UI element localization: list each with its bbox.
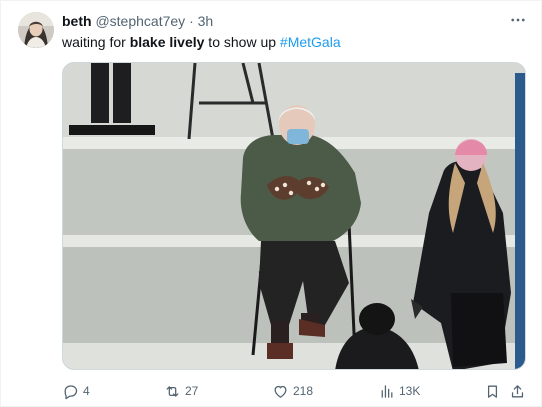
bookmark-button[interactable]	[484, 381, 501, 401]
views-count: 13K	[399, 384, 421, 398]
hashtag-link[interactable]: #MetGala	[280, 34, 341, 50]
author-name[interactable]: beth	[62, 13, 92, 29]
header-separator: ·	[189, 13, 194, 29]
tweet-text: waiting for blake lively to show up #Met…	[62, 33, 341, 51]
heart-icon	[274, 385, 287, 398]
tweet-card[interactable]: beth @stephcat7ey · 3h waiting for blake…	[0, 0, 542, 407]
retweet-count: 27	[185, 384, 199, 398]
like-count: 218	[293, 384, 314, 398]
action-bar: 4 27 218 13K	[62, 381, 528, 401]
bar-chart-icon	[381, 384, 393, 398]
avatar[interactable]	[18, 12, 54, 48]
reply-count: 4	[83, 384, 90, 398]
tweet-text-bold: blake lively	[129, 34, 205, 50]
timestamp[interactable]: 3h	[198, 13, 214, 29]
photo-image	[63, 63, 525, 369]
bookmark-icon	[487, 385, 498, 398]
like-button[interactable]: 218	[272, 381, 313, 401]
retweet-arrows-icon	[166, 385, 179, 397]
tweet-header: beth @stephcat7ey · 3h	[62, 13, 213, 30]
more-dots-icon	[511, 18, 525, 22]
share-button[interactable]	[509, 381, 526, 401]
share-upload-icon	[511, 384, 524, 397]
reply-button[interactable]: 4	[62, 381, 90, 401]
tweet-photo[interactable]	[62, 62, 526, 370]
more-button[interactable]	[507, 13, 529, 27]
tweet-text-part: to show up	[204, 34, 280, 50]
avatar-image	[18, 12, 54, 48]
views-button[interactable]: 13K	[378, 381, 420, 401]
tweet-text-part: waiting for	[62, 34, 130, 50]
author-handle[interactable]: @stephcat7ey	[95, 13, 185, 29]
retweet-button[interactable]: 27	[164, 381, 198, 401]
reply-bubble-icon	[64, 384, 78, 399]
